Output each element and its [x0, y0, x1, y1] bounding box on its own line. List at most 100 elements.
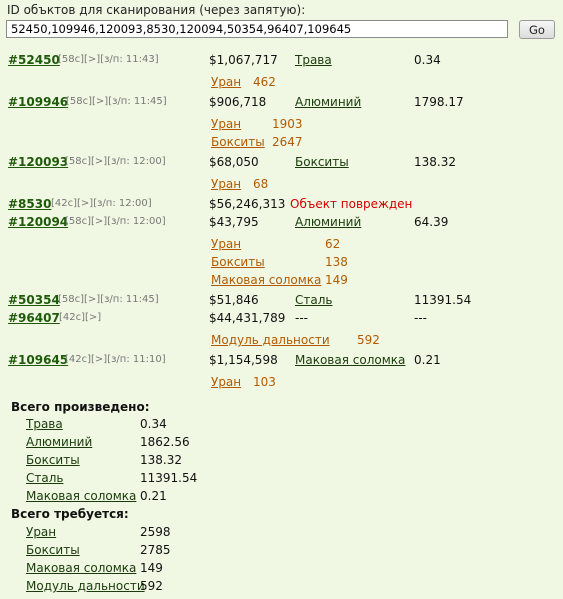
required-row: Модуль дальности 592 — [0, 579, 563, 597]
resource-link[interactable]: Алюминий — [295, 95, 361, 109]
required-value: 2785 — [140, 543, 171, 557]
requirement-qty: 138 — [325, 255, 348, 269]
required-value: 149 — [140, 561, 163, 575]
produced-resource-link[interactable]: Трава — [26, 417, 63, 431]
object-meta[interactable]: [58c][>][з/п: 12:00] — [65, 216, 166, 227]
object-row: #109946 [58c][>][з/п: 11:45] $906,718 Алюми… — [0, 95, 563, 113]
produced-row: Маковая соломка 0.21 — [0, 489, 563, 507]
required-title: Всего требуется: — [11, 507, 129, 521]
required-resource-link[interactable]: Модуль дальности — [26, 579, 145, 593]
object-meta[interactable]: [42c][>][з/п: 12:00] — [51, 198, 152, 209]
requirement-link[interactable]: Уран — [211, 375, 241, 389]
requirement-qty: 68 — [253, 177, 269, 191]
object-price: $44,431,789 — [209, 311, 286, 325]
resource-placeholder: --- — [295, 311, 308, 325]
resource-link[interactable]: Маковая соломка — [295, 353, 405, 367]
object-id-link[interactable]: #96407 — [8, 311, 60, 325]
produced-resource-link[interactable]: Сталь — [26, 471, 63, 485]
scan-ids-label: ID объктов для сканирования (через запят… — [7, 3, 306, 17]
required-row: Уран 2598 — [0, 525, 563, 543]
requirement-qty: 103 — [253, 375, 276, 389]
required-resource-link[interactable]: Бокситы — [26, 543, 80, 557]
object-row: #120094 [58c][>][з/п: 12:00] $43,795 Алюмин… — [0, 215, 563, 233]
go-button[interactable]: Go — [519, 20, 555, 39]
resource-value: 0.21 — [414, 353, 441, 367]
requirement-link[interactable]: Бокситы — [211, 135, 265, 149]
produced-value: 138.32 — [140, 453, 182, 467]
requirement-qty: 462 — [253, 75, 276, 89]
resource-link[interactable]: Алюминий — [295, 215, 361, 229]
requirement-link[interactable]: Модуль дальности — [211, 333, 330, 347]
object-row: #120093 [58c][>][з/п: 12:00] $68,050 Боксит… — [0, 155, 563, 173]
object-id-link[interactable]: #109645 — [8, 353, 68, 367]
object-price: $43,795 — [209, 215, 259, 229]
object-id-link[interactable]: #120093 — [8, 155, 68, 169]
required-value: 592 — [140, 579, 163, 593]
produced-value: 1862.56 — [140, 435, 190, 449]
object-price: $1,154,598 — [209, 353, 278, 367]
requirement-qty: 1903 — [272, 117, 303, 131]
object-row: #96407 [42c][>] $44,431,789 --- --- — [0, 311, 563, 329]
object-id-link[interactable]: #109946 — [8, 95, 68, 109]
produced-value: 0.34 — [140, 417, 167, 431]
requirement-qty: 62 — [325, 237, 341, 251]
produced-resource-link[interactable]: Бокситы — [26, 453, 80, 467]
requirement-row: Уран 68 — [0, 177, 563, 195]
requirement-qty: 149 — [325, 273, 348, 287]
requirement-link[interactable]: Уран — [211, 237, 241, 251]
produced-value: 11391.54 — [140, 471, 198, 485]
requirement-row: Бокситы 138 — [0, 255, 563, 273]
object-meta[interactable]: [42c][>] — [59, 312, 101, 323]
requirement-row: Уран 103 — [0, 375, 563, 393]
requirement-row: Уран 462 — [0, 75, 563, 93]
produced-resource-link[interactable]: Маковая соломка — [26, 489, 136, 503]
requirement-row: Маковая соломка 149 — [0, 273, 563, 291]
produced-resource-link[interactable]: Алюминий — [26, 435, 92, 449]
required-resource-link[interactable]: Уран — [26, 525, 56, 539]
required-row: Маковая соломка 149 — [0, 561, 563, 579]
required-resource-link[interactable]: Маковая соломка — [26, 561, 136, 575]
object-ids-input[interactable] — [6, 20, 508, 38]
damage-status: Объект поврежден — [290, 197, 413, 211]
produced-row: Трава 0.34 — [0, 417, 563, 435]
produced-row: Бокситы 138.32 — [0, 453, 563, 471]
object-id-link[interactable]: #120094 — [8, 215, 68, 229]
object-price: $56,246,313 — [209, 197, 286, 211]
requirement-link[interactable]: Бокситы — [211, 255, 265, 269]
requirement-row: Уран 62 — [0, 237, 563, 255]
object-row: #50354 [58c][>][з/п: 11:45] $51,846 Сталь 11… — [0, 293, 563, 311]
object-price: $68,050 — [209, 155, 259, 169]
required-row: Бокситы 2785 — [0, 543, 563, 561]
resource-link[interactable]: Сталь — [295, 293, 332, 307]
resource-value: 0.34 — [414, 53, 441, 67]
object-row: #8530 [42c][>][з/п: 12:00] $56,246,313 Объе… — [0, 197, 563, 215]
resource-value: --- — [414, 311, 427, 325]
resource-link[interactable]: Трава — [295, 53, 332, 67]
produced-value: 0.21 — [140, 489, 167, 503]
resource-value: 11391.54 — [414, 293, 472, 307]
requirement-row: Бокситы 2647 — [0, 135, 563, 153]
requirement-link[interactable]: Маковая соломка — [211, 273, 321, 287]
object-id-link[interactable]: #50354 — [8, 293, 60, 307]
produced-row: Сталь 11391.54 — [0, 471, 563, 489]
object-price: $906,718 — [209, 95, 267, 109]
object-meta[interactable]: [58c][>][з/п: 11:43] — [58, 54, 159, 65]
object-meta[interactable]: [58c][>][з/п: 11:45] — [66, 96, 167, 107]
requirement-row: Уран 1903 — [0, 117, 563, 135]
object-meta[interactable]: [58c][>][з/п: 12:00] — [65, 156, 166, 167]
requirement-link[interactable]: Уран — [211, 75, 241, 89]
object-row: #109645 [42c][>][з/п: 11:10] $1,154,598 Мак… — [0, 353, 563, 371]
requirement-link[interactable]: Уран — [211, 117, 241, 131]
object-id-link[interactable]: #52450 — [8, 53, 60, 67]
object-meta[interactable]: [58c][>][з/п: 11:45] — [58, 294, 159, 305]
requirement-link[interactable]: Уран — [211, 177, 241, 191]
requirement-row: Модуль дальности 592 — [0, 333, 563, 351]
requirement-qty: 592 — [357, 333, 380, 347]
object-meta[interactable]: [42c][>][з/п: 11:10] — [65, 354, 166, 365]
object-id-link[interactable]: #8530 — [8, 197, 51, 211]
object-price: $1,067,717 — [209, 53, 278, 67]
produced-row: Алюминий 1862.56 — [0, 435, 563, 453]
resource-link[interactable]: Бокситы — [295, 155, 349, 169]
object-price: $51,846 — [209, 293, 259, 307]
resource-value: 1798.17 — [414, 95, 464, 109]
